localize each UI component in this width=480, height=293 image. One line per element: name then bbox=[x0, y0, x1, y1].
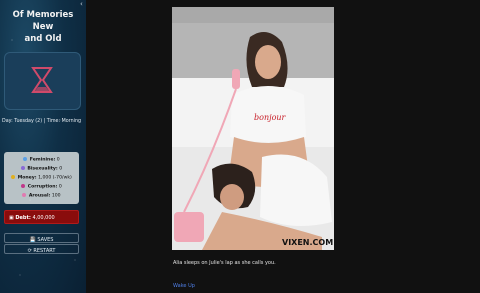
stat-money: Money: 1,000 (-70/wk) bbox=[4, 175, 79, 181]
stat-label: Arousal: bbox=[28, 193, 51, 199]
story-title: Of Memories New and Old bbox=[2, 9, 84, 45]
collapse-sidebar-icon[interactable]: ‹ bbox=[80, 0, 83, 8]
portrait-frame bbox=[4, 52, 81, 110]
stat-value: 1,000 (-70/wk) bbox=[38, 175, 72, 181]
stat-corruption: Corruption: 0 bbox=[4, 184, 79, 190]
wake-up-link[interactable]: Wake Up bbox=[173, 283, 195, 289]
stat-value: 100 bbox=[51, 193, 61, 199]
feminine-icon bbox=[23, 157, 28, 161]
stat-label: Corruption: bbox=[27, 184, 58, 190]
debt-banner: ▣ Debt: 4,00,000 bbox=[4, 210, 79, 224]
save-icon: 💾 bbox=[29, 237, 36, 243]
stat-label: Money: bbox=[17, 175, 37, 181]
stat-value: 0 bbox=[59, 166, 63, 172]
restart-button[interactable]: ⟳ RESTART bbox=[4, 244, 79, 254]
stats-panel: Feminine: 0 Bisexuality: 0 Money: 1,000 … bbox=[4, 152, 79, 204]
scene-illustration: bonjour VIXEN.COM bbox=[172, 7, 334, 250]
day-time-status: Day: Tuesday (2) | Time: Morning bbox=[2, 119, 82, 124]
restart-label: RESTART bbox=[33, 248, 56, 254]
photo-watermark: VIXEN.COM bbox=[282, 238, 333, 247]
stat-bisexuality: Bisexuality: 0 bbox=[4, 166, 79, 172]
scene-photo: bonjour VIXEN.COM bbox=[172, 7, 334, 250]
main-panel: bonjour VIXEN.COM Alia sleeps on Julie's… bbox=[86, 0, 480, 293]
story-title-line2: and Old bbox=[24, 34, 62, 44]
debt-label: Debt: bbox=[15, 215, 31, 221]
shirt-text: bonjour bbox=[254, 113, 287, 122]
arousal-icon bbox=[22, 193, 27, 197]
saves-button[interactable]: 💾 SAVES bbox=[4, 233, 79, 243]
stat-value: 0 bbox=[58, 184, 62, 190]
story-caption: Alia sleeps on Julie's lap as she calls … bbox=[173, 260, 276, 266]
stat-label: Bisexuality: bbox=[27, 166, 58, 172]
sidebar: ‹ Of Memories New and Old Day: Tuesday (… bbox=[0, 0, 86, 293]
stat-arousal: Arousal: 100 bbox=[4, 193, 79, 199]
saves-label: SAVES bbox=[37, 237, 54, 243]
hourglass-icon bbox=[31, 67, 53, 93]
money-icon bbox=[11, 175, 16, 179]
stat-label: Feminine: bbox=[29, 157, 56, 163]
bisexuality-icon bbox=[20, 166, 25, 170]
restart-icon: ⟳ bbox=[27, 248, 32, 254]
stat-feminine: Feminine: 0 bbox=[4, 157, 79, 163]
debt-value: 4,00,000 bbox=[32, 215, 55, 221]
story-title-line1: Of Memories New bbox=[12, 10, 74, 32]
stat-value: 0 bbox=[56, 157, 60, 163]
corruption-icon bbox=[21, 184, 26, 188]
debt-icon: ▣ bbox=[9, 215, 14, 221]
